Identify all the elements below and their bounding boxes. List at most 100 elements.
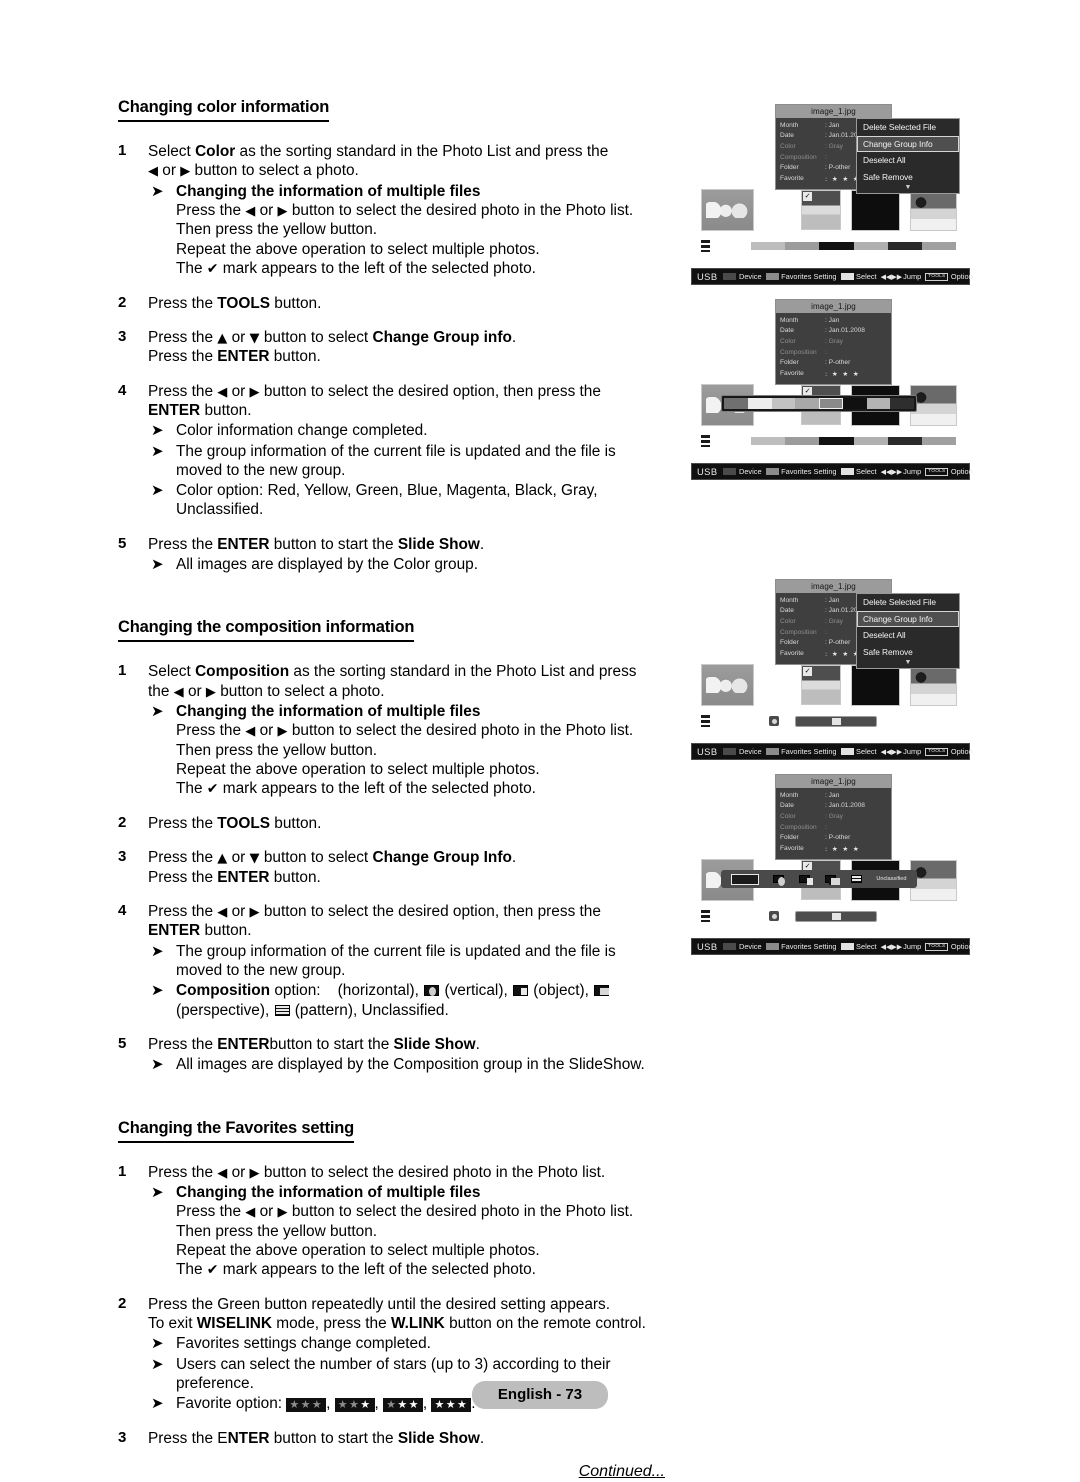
- color-group-picker[interactable]: [721, 395, 917, 412]
- status-jump[interactable]: ◀◀▶▶ Jump: [881, 942, 922, 951]
- file-info-key: Color: [780, 337, 796, 345]
- shot-composition-picker: image_1.jpg Month: Jan Date: Jan.01.2008 Co…: [691, 770, 973, 955]
- menu-item[interactable]: Safe Remove: [857, 644, 959, 661]
- status-item[interactable]: Device: [723, 942, 762, 951]
- tools-dropdown-menu[interactable]: Delete Selected File Change Group Info Des…: [856, 593, 960, 669]
- status-jump[interactable]: ◀◀▶▶ Jump: [881, 272, 922, 281]
- arrow-bullet-icon: ➤: [151, 941, 164, 960]
- menu-item[interactable]: Change Group Info: [857, 135, 959, 153]
- photo-thumbnail[interactable]: [851, 665, 900, 706]
- status-item[interactable]: Select: [840, 272, 877, 281]
- color-swatch[interactable]: [795, 398, 819, 409]
- photo-thumbnail[interactable]: [701, 189, 754, 231]
- step-body: Press the ▲ or ▼ button to select Change…: [148, 328, 693, 367]
- status-item[interactable]: Favorites Setting: [765, 747, 837, 756]
- list-view-icon[interactable]: [701, 435, 710, 447]
- menu-item[interactable]: Safe Remove: [857, 169, 959, 186]
- menu-scroll-down-icon[interactable]: ▼: [857, 660, 959, 668]
- menu-item[interactable]: Deselect All: [857, 152, 959, 169]
- list-view-icon[interactable]: [701, 910, 710, 922]
- meter-segment: [819, 437, 854, 445]
- tv-screen: image_1.jpg Month: Jan Date: Jan.01.2008 Co…: [691, 770, 970, 933]
- group-meter-bar[interactable]: [751, 437, 957, 445]
- menu-item[interactable]: Delete Selected File: [857, 594, 959, 611]
- menu-item[interactable]: Delete Selected File: [857, 119, 959, 136]
- status-item[interactable]: Device: [723, 747, 762, 756]
- photo-thumbnail-strip[interactable]: ✓: [691, 663, 970, 713]
- photo-thumbnail[interactable]: [851, 190, 900, 231]
- position-slider[interactable]: [795, 911, 877, 922]
- step-line: Press the ▲ or ▼ button to select Change…: [148, 328, 517, 346]
- group-icon[interactable]: [769, 716, 779, 726]
- file-info-row: Month: Jan: [780, 316, 887, 327]
- status-item[interactable]: Favorites Setting: [765, 942, 837, 951]
- status-jump[interactable]: ◀◀▶▶ Jump: [881, 467, 922, 476]
- slider-knob[interactable]: [832, 913, 841, 920]
- color-swatch[interactable]: [724, 398, 748, 409]
- composition-option-vertical[interactable]: [772, 875, 786, 886]
- color-swatch[interactable]: [866, 398, 891, 409]
- tools-dropdown-menu[interactable]: Delete Selected File Change Group Info Des…: [856, 118, 960, 194]
- status-item[interactable]: Select: [840, 747, 877, 756]
- group-icon[interactable]: [769, 911, 779, 921]
- color-swatch[interactable]: [771, 398, 796, 409]
- step-item: 1 Press the ◀ or ▶ button to select the d…: [118, 1163, 693, 1280]
- composition-option-pattern[interactable]: [850, 875, 863, 883]
- color-swatch[interactable]: [842, 398, 867, 409]
- group-meter-bar[interactable]: [751, 242, 957, 250]
- status-item-label: Favorites Setting: [781, 272, 837, 281]
- step-line: Press the Green button repeatedly until …: [148, 1295, 611, 1313]
- sub-bullet: ➤ Changing the information of multiple fi…: [148, 702, 693, 799]
- status-option[interactable]: TOOLS Option: [925, 747, 973, 756]
- step-item: 3 Press the ▲ or ▼ button to select Chang…: [118, 848, 693, 887]
- sub-bullet: ➤ Changing the information of multiple fi…: [148, 1183, 693, 1280]
- photo-thumbnail-selected[interactable]: ✓: [801, 190, 841, 230]
- status-jump[interactable]: ◀◀▶▶ Jump: [881, 747, 922, 756]
- status-item[interactable]: Select: [840, 942, 877, 951]
- color-key-swatch: [723, 468, 737, 475]
- composition-option-perspective[interactable]: [824, 875, 841, 885]
- color-swatch-selected[interactable]: [819, 398, 843, 409]
- photo-thumbnail[interactable]: [910, 385, 957, 426]
- photo-thumbnail[interactable]: [910, 860, 957, 901]
- status-item[interactable]: Favorites Setting: [765, 272, 837, 281]
- color-swatch[interactable]: [890, 398, 914, 409]
- status-item[interactable]: Device: [723, 272, 762, 281]
- jump-icon: ◀◀▶▶: [880, 272, 903, 281]
- manual-text-column: Changing color information 1 Select Color …: [118, 98, 693, 1481]
- status-item[interactable]: Select: [840, 467, 877, 476]
- photo-thumbnail[interactable]: [701, 664, 754, 706]
- status-option[interactable]: TOOLS Option: [925, 272, 973, 281]
- status-item[interactable]: Device: [723, 467, 762, 476]
- status-option[interactable]: TOOLS Option: [925, 942, 973, 951]
- status-item[interactable]: Favorites Setting: [765, 467, 837, 476]
- menu-item[interactable]: Change Group Info: [857, 610, 959, 628]
- file-info-key: Month: [780, 316, 799, 324]
- step-line: Press the ENTER button.: [148, 348, 321, 366]
- slider-knob[interactable]: [832, 718, 841, 725]
- arrow-bullet-icon: ➤: [151, 481, 164, 500]
- status-option[interactable]: TOOLS Option: [925, 467, 973, 476]
- composition-option-object[interactable]: [798, 875, 814, 885]
- meter-segment: [751, 242, 786, 250]
- photo-thumbnail-strip[interactable]: ✓: [691, 188, 970, 238]
- composition-option-horizontal[interactable]: [731, 873, 760, 885]
- color-key-swatch: [765, 748, 779, 755]
- file-info-row: Color: Gray: [780, 337, 887, 348]
- menu-item[interactable]: Deselect All: [857, 627, 959, 644]
- photo-thumbnail[interactable]: [910, 190, 957, 231]
- list-view-icon[interactable]: [701, 715, 710, 727]
- composition-option-unclassified[interactable]: Unclassified: [876, 876, 906, 882]
- sub-bullet-line: Then press the yellow button.: [176, 1222, 378, 1240]
- jump-label: Jump: [903, 747, 922, 756]
- file-info-key: Composition: [780, 628, 817, 636]
- list-view-icon[interactable]: [701, 240, 710, 252]
- photo-thumbnail-selected[interactable]: ✓: [801, 665, 841, 705]
- file-info-row: Favorite: ★ ★ ★: [780, 844, 887, 855]
- composition-group-picker[interactable]: Unclassified: [721, 870, 917, 888]
- position-slider[interactable]: [795, 716, 877, 727]
- photo-thumbnail[interactable]: [910, 665, 957, 706]
- menu-scroll-down-icon[interactable]: ▼: [857, 185, 959, 193]
- color-swatch[interactable]: [747, 398, 772, 409]
- sub-bullet: ➤ Favorites settings change completed.: [148, 1334, 693, 1353]
